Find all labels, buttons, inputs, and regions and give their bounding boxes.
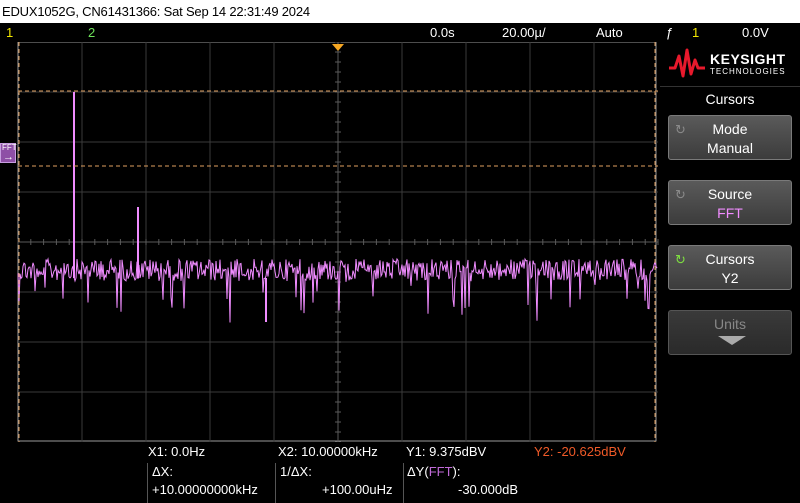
source-softkey[interactable]: ↻ Source FFT <box>668 180 792 225</box>
channel-2-indicator[interactable]: 2 <box>88 25 95 40</box>
trigger-edge-icon: ƒ <box>666 25 674 40</box>
cursors-value: Y2 <box>721 270 739 286</box>
source-value: FFT <box>717 205 743 221</box>
divider <box>147 463 148 503</box>
units-softkey[interactable]: Units <box>668 310 792 355</box>
cursors-label: Cursors <box>705 251 755 267</box>
channel-bar: 1 2 0.0s 20.00µ/ Auto ƒ 1 0.0V <box>0 23 800 42</box>
mode-value: Manual <box>707 140 753 156</box>
cursor-readout: X1: 0.0Hz X2: 10.00000kHz Y1: 9.375dBV Y… <box>0 442 660 503</box>
status-bar: EDUX1052G, CN61431366: Sat Sep 14 22:31:… <box>0 0 800 23</box>
delta-y-label: ΔY(FFT): <box>407 464 461 479</box>
delta-x-label: ΔX: <box>152 464 173 479</box>
delta-y-source: FFT <box>428 464 453 479</box>
x1-readout: X1: 0.0Hz <box>148 444 206 459</box>
submenu-arrow-icon <box>718 336 746 345</box>
arrow-right-icon: → <box>3 151 14 163</box>
waveform-display[interactable]: FFT → <box>0 42 660 442</box>
logo-sub: TECHNOLOGIES <box>710 67 786 76</box>
divider <box>403 463 404 503</box>
delta-x-value: +10.00000000kHz <box>152 482 258 497</box>
menu-title: Cursors <box>660 86 800 111</box>
inverse-delta-x-value: +100.00uHz <box>322 482 393 497</box>
inverse-delta-x-label: 1/ΔX: <box>280 464 312 479</box>
trigger-position-marker <box>332 44 344 51</box>
keysight-logo: KEYSIGHT TECHNOLOGIES <box>668 44 794 82</box>
logo-brand: KEYSIGHT <box>710 51 786 67</box>
delay-value[interactable]: 0.0s <box>430 25 455 40</box>
cursors-softkey[interactable]: ↻ Cursors Y2 <box>668 245 792 290</box>
instrument-info: EDUX1052G, CN61431366: Sat Sep 14 22:31:… <box>2 4 310 19</box>
mode-label: Mode <box>712 121 748 137</box>
divider <box>275 463 276 503</box>
timebase-value[interactable]: 20.00µ/ <box>502 25 546 40</box>
x2-readout: X2: 10.00000kHz <box>278 444 378 459</box>
y1-readout: Y1: 9.375dBV <box>406 444 487 459</box>
mode-softkey[interactable]: ↻ Mode Manual <box>668 115 792 160</box>
graticule <box>17 42 659 442</box>
y2-readout: Y2: -20.625dBV <box>534 444 626 459</box>
trigger-level[interactable]: 0.0V <box>742 25 769 40</box>
units-label: Units <box>714 316 746 332</box>
channel-1-indicator[interactable]: 1 <box>6 25 13 40</box>
delta-y-value: -30.000dB <box>458 482 518 497</box>
source-label: Source <box>707 186 753 202</box>
fft-reference-marker[interactable]: FFT → <box>0 143 17 163</box>
trigger-source[interactable]: 1 <box>692 25 699 40</box>
keysight-wave-icon <box>669 48 705 78</box>
trigger-mode[interactable]: Auto <box>596 25 623 40</box>
